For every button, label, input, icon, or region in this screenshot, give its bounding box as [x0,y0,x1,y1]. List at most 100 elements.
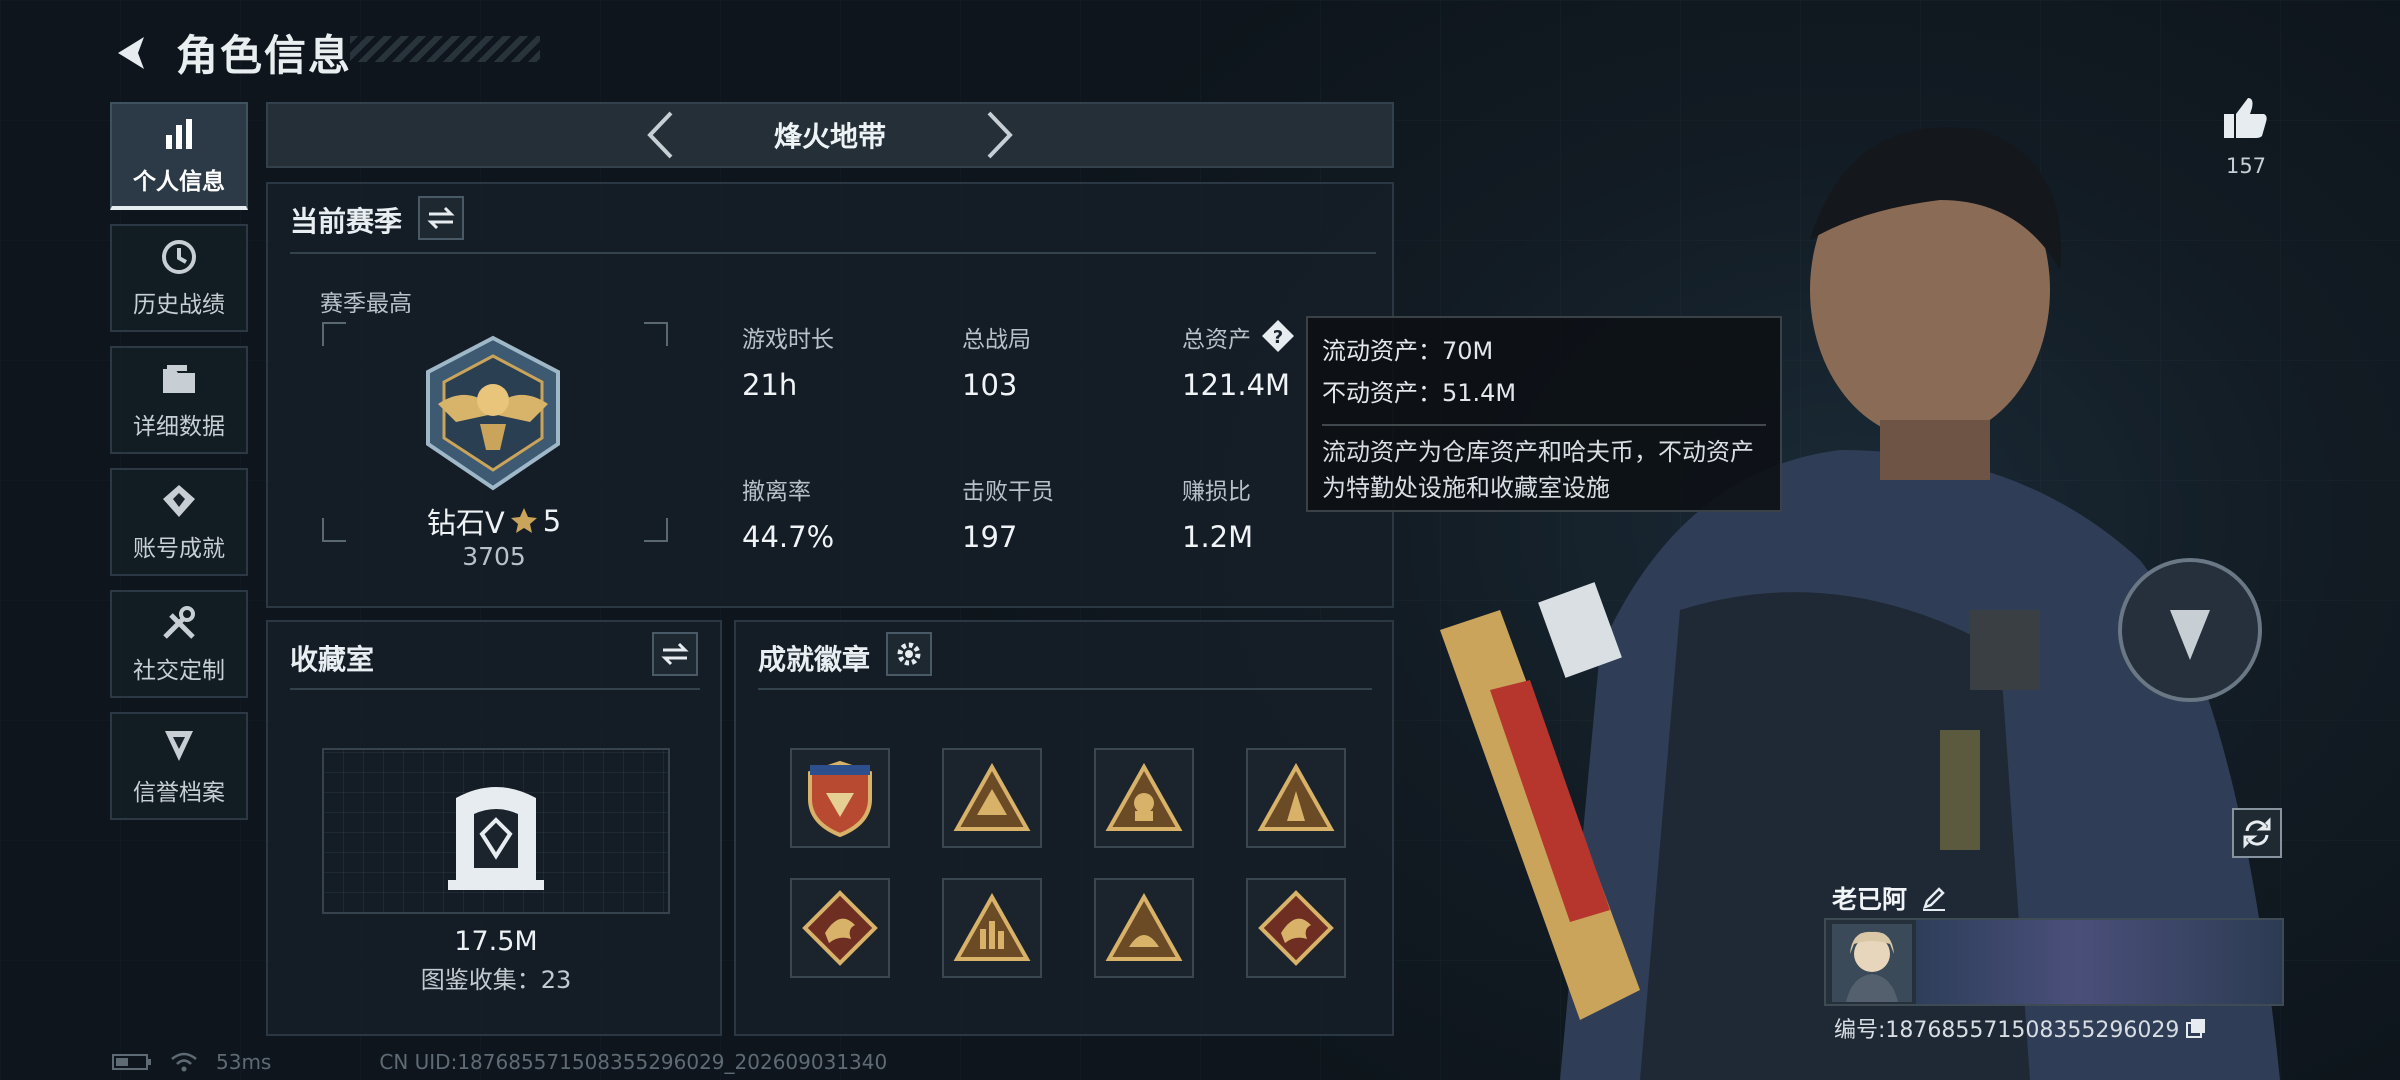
season-title: 当前赛季 [290,205,403,238]
badge-triangle-1[interactable] [942,748,1042,848]
triangle-badge-icon [1257,763,1335,831]
badge-triangle-3[interactable] [1246,748,1346,848]
dragon-badge-icon [802,890,878,966]
back-button[interactable] [110,31,154,75]
badge-triangle-2[interactable] [1094,748,1194,848]
chevron-right-icon [987,111,1013,159]
gear-icon [897,642,921,666]
mode-prev-button[interactable] [630,105,690,165]
tooltip-description: 流动资产为仓库资产和哈夫币，不动资产为特勤处设施和收藏室设施 [1322,424,1766,506]
stat-kills: 击败干员 197 [962,472,1054,554]
tools-icon [159,603,199,643]
mode-next-button[interactable] [970,105,1030,165]
sidebar-item-label: 个人信息 [133,169,225,195]
swap-icon [427,206,455,230]
rank-stars: 5 [542,504,562,538]
collection-value: 17.5M [454,926,538,957]
frame-corner [644,518,668,542]
stat-extraction-rate: 撤离率 44.7% [742,472,834,554]
sidebar-item-history[interactable]: 历史战绩 [110,224,248,332]
collection-display[interactable] [322,748,670,914]
hand-sign-badge-icon [953,893,1031,961]
stat-label: 游戏时长 [742,327,834,353]
mode-selector: 烽火地带 [266,102,1394,168]
stat-value: 44.7% [742,520,835,554]
stat-value: 103 [962,368,1018,402]
collection-title: 收藏室 [290,643,375,676]
sidebar: 个人信息 历史战绩 详细数据 账号成就 社交定制 信誉档案 [110,102,250,834]
reputation-shield-icon [159,725,199,765]
collection-catalog: 图鉴收集：23 [420,966,572,994]
rank-score: 3705 [462,542,526,571]
folder-icon [159,359,199,399]
sidebar-item-reputation[interactable]: 信誉档案 [110,712,248,820]
stat-playtime: 游戏时长 21h [742,320,834,402]
vault-icon [448,787,544,890]
page-title: 角色信息 [176,31,353,80]
badge-shield[interactable] [790,748,890,848]
star-icon [510,508,537,533]
sidebar-item-detail-data[interactable]: 详细数据 [110,346,248,454]
sidebar-item-label: 信誉档案 [133,780,225,806]
thumbs-up-icon [2224,98,2267,138]
rank-name: 钻石V [426,506,505,540]
triangle-badge-icon [1105,763,1183,831]
like-count: 157 [2225,154,2267,178]
uid-text: CN UID:18768557150835529602​9_2026090313… [379,1050,888,1074]
page-header: 角色信息 [110,22,352,83]
player-banner[interactable] [1824,918,2284,1006]
back-arrow-icon [118,36,144,69]
battery-icon [112,1054,151,1070]
stat-value: 121.4M [1182,368,1291,402]
mode-title: 烽火地带 [773,120,886,153]
triangle-badge-icon [1105,893,1183,961]
badge-hand-sign[interactable] [942,878,1042,978]
achievement-icon [159,481,199,521]
sidebar-item-personal-info[interactable]: 个人信息 [110,102,248,210]
refresh-icon [2243,817,2271,849]
player-id: 编号:18768557150835529602​9 [1834,1018,2180,1043]
stat-matches: 总战局 103 [962,320,1031,402]
dragon-badge-icon [1258,890,1334,966]
divider [290,688,700,690]
stat-value: 197 [962,520,1018,554]
ping-value: 53ms [216,1050,272,1074]
collection-switch-button[interactable] [652,632,698,676]
sidebar-item-achievements[interactable]: 账号成就 [110,468,248,576]
sidebar-item-label: 社交定制 [133,658,225,684]
stat-label: 撤离率 [742,479,811,505]
badge-dragon-2[interactable] [1246,878,1346,978]
wifi-icon [171,1052,197,1072]
shield-badge-icon [808,760,872,837]
stat-label: 击败干员 [962,479,1054,505]
like-button[interactable]: 157 [2216,96,2276,178]
stat-value: 1.2M [1182,520,1254,554]
frame-corner [322,322,346,346]
refresh-button[interactable] [2232,808,2282,858]
achievements-settings-button[interactable] [886,632,932,676]
sidebar-item-label: 历史战绩 [133,292,225,318]
player-name-row: 老已阿 [1832,880,1947,916]
help-icon[interactable]: ? [1260,318,1296,358]
edit-pencil-icon[interactable] [1921,885,1947,911]
player-name: 老已阿 [1832,885,1908,914]
badge-triangle-4[interactable] [1094,878,1194,978]
sidebar-item-label: 详细数据 [133,414,225,440]
divider [758,688,1372,690]
rank-emblem [418,334,568,498]
copy-icon[interactable] [2185,1017,2207,1039]
frame-corner [644,322,668,346]
sidebar-item-social[interactable]: 社交定制 [110,590,248,698]
sidebar-item-label: 账号成就 [133,536,225,562]
assets-tooltip: 流动资产：70M 不动资产：51.4M 流动资产为仓库资产和哈夫币，不动资产为特… [1306,316,1782,512]
tooltip-liquid-assets: 流动资产：70M [1322,337,1494,365]
divider [290,252,1376,254]
season-switch-button[interactable] [418,196,464,240]
stat-profit-ratio: 赚损比 1.2M [1182,472,1253,554]
svg-text:?: ? [1273,327,1283,348]
stat-label: 总战局 [962,327,1031,353]
tooltip-fixed-assets: 不动资产：51.4M [1322,379,1517,407]
season-highest-label: 赛季最高 [320,291,412,317]
rank-line: 钻石V 5 [424,500,564,542]
badge-dragon-1[interactable] [790,878,890,978]
